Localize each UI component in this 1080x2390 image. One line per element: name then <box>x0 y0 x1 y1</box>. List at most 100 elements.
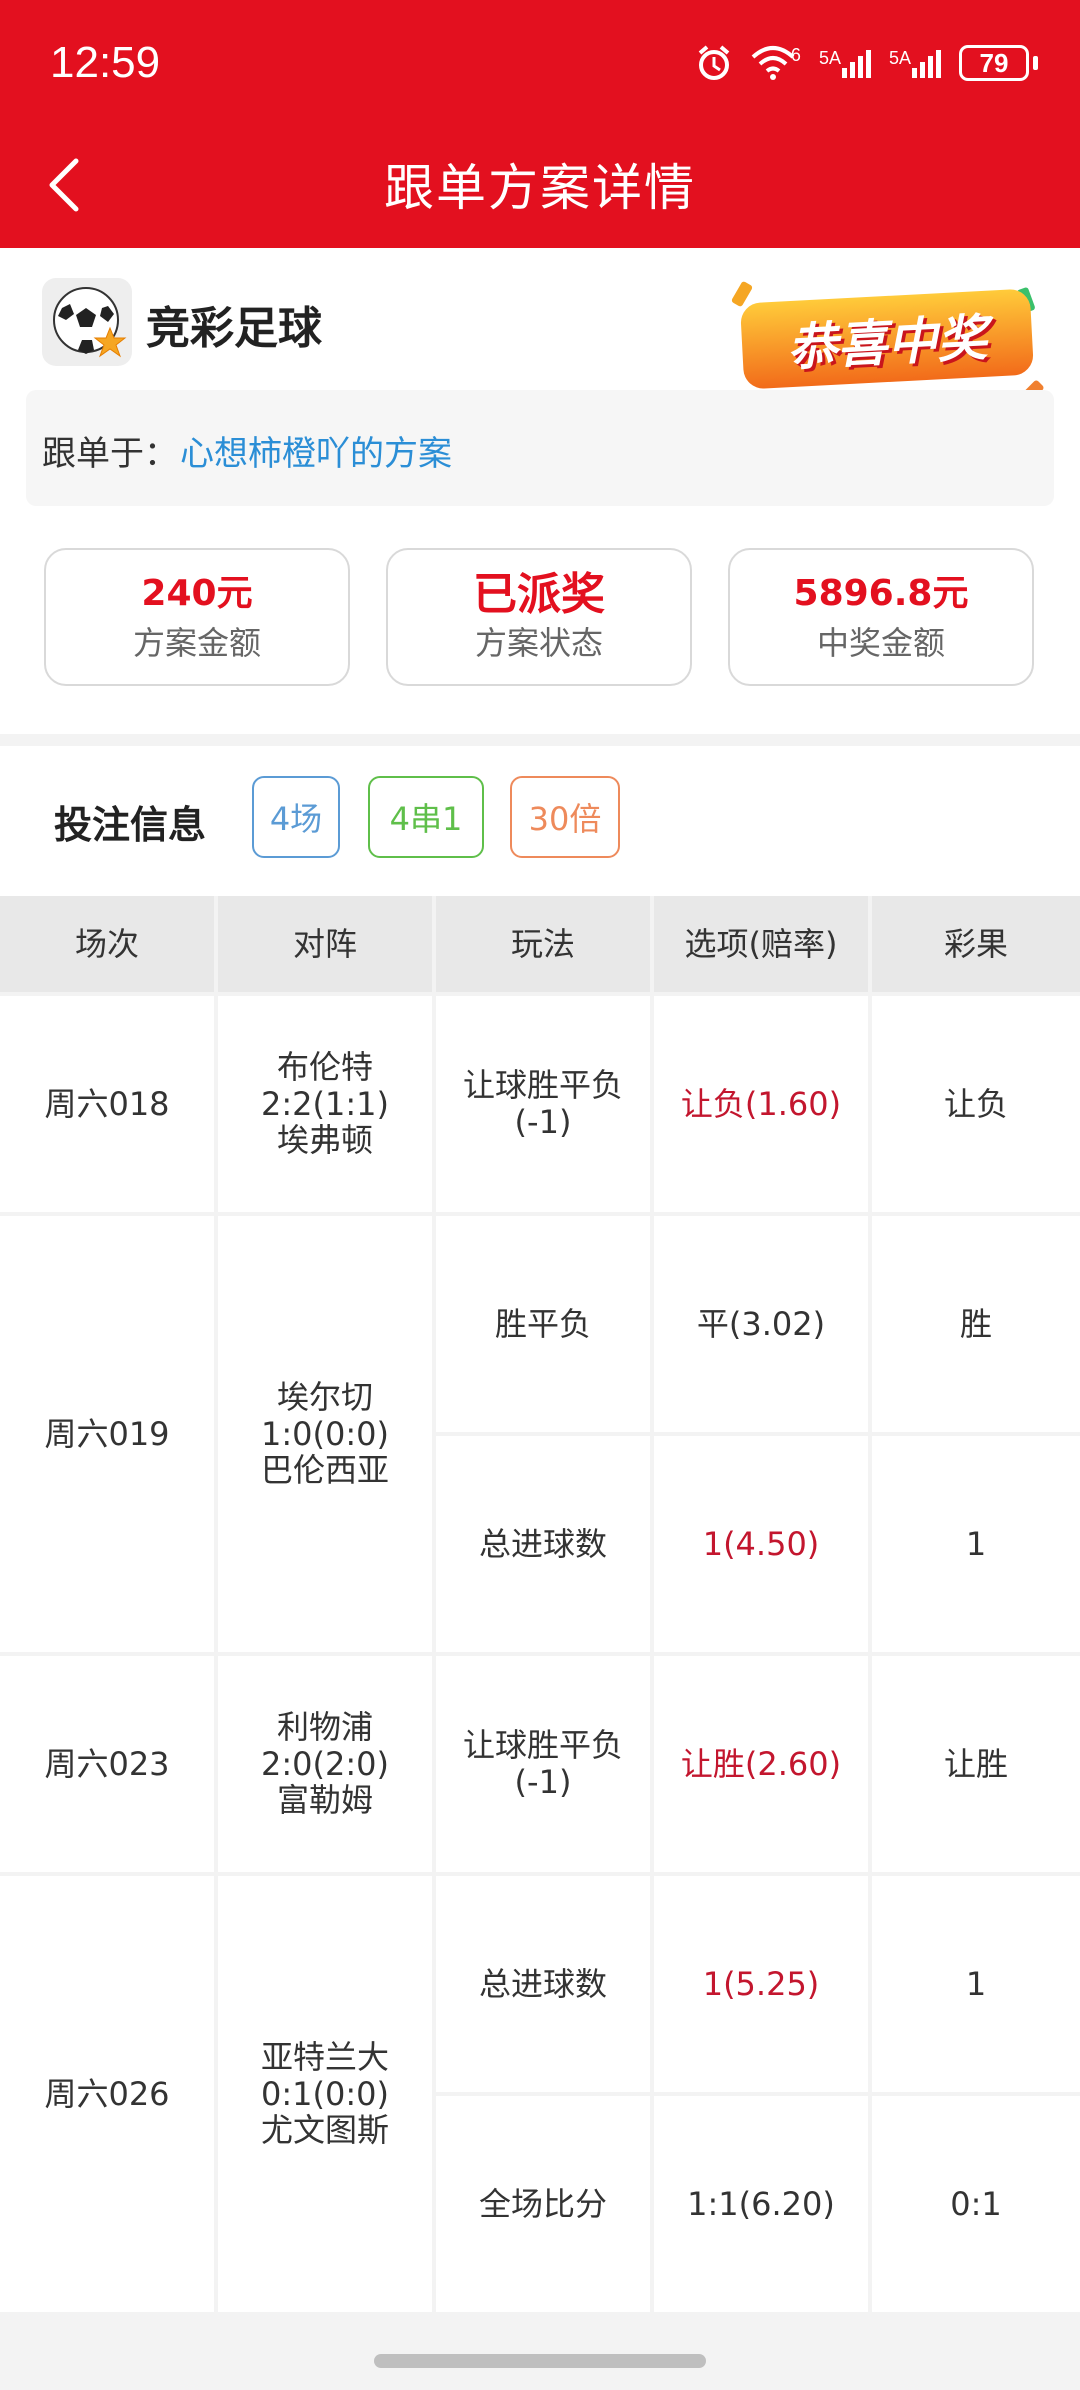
plan-amount-label: 方案金额 <box>132 624 261 662</box>
signal-2-label: 5A <box>888 48 911 68</box>
play-type: 总进球数 <box>478 1964 607 2003</box>
bet-result: 1 <box>965 1524 987 1563</box>
match-teams: 布伦特 2:2(1:1) 埃弗顿 <box>261 1047 389 1160</box>
signal-1-icon: 5A <box>819 48 871 78</box>
lottery-name: 竞彩足球 <box>146 303 322 354</box>
away-team: 尤文图斯 <box>260 2111 389 2150</box>
play-type: 让球胜平负 (-1) <box>463 1727 623 1801</box>
app-header: 12:59 6 5A 5A 79 跟单方案详情 <box>0 0 1080 248</box>
match-teams-cell: 亚特兰大 0:1(0:0) 尤文图斯 <box>218 1876 432 2312</box>
table-header-label: 场次 <box>74 924 139 963</box>
follow-plan-link[interactable]: 心想柿橙吖的方案 <box>180 426 452 475</box>
bet-result: 0:1 <box>950 2184 1002 2223</box>
match-session: 周六019 <box>44 1414 170 1453</box>
plan-status-label: 方案状态 <box>474 624 603 662</box>
play-type: 让球胜平负 (-1) <box>463 1067 623 1141</box>
bet-option: 1(4.50) <box>702 1524 820 1563</box>
tag-combination: 4串1 <box>368 776 484 858</box>
table-header-label: 对阵 <box>292 924 357 963</box>
table-header-label: 玩法 <box>510 924 575 963</box>
table-header-cell: 场次 <box>0 896 214 992</box>
play-type: 胜平负 <box>494 1304 591 1343</box>
match-session: 周六018 <box>44 1084 170 1123</box>
play-type-name: 总进球数 <box>478 1964 607 2003</box>
bet-result: 1 <box>965 1964 987 2003</box>
battery-tip <box>1033 56 1038 70</box>
match-teams-cell: 利物浦 2:0(2:0) 富勒姆 <box>218 1656 432 1872</box>
match-score: 1:0(0:0) <box>261 1414 389 1453</box>
play-type: 总进球数 <box>479 1525 607 1563</box>
plan-status-value: 已派奖 <box>473 569 605 620</box>
play-type-handicap: (-1) <box>514 1103 572 1141</box>
play-type-name: 让球胜平负 <box>462 1066 623 1105</box>
play-type-name: 让球胜平负 <box>462 1726 623 1765</box>
option-cell: 1(4.50) <box>654 1436 868 1652</box>
follow-label: 跟单于： <box>42 434 178 474</box>
bet-result: 让负 <box>943 1084 1008 1123</box>
play-type-cell: 胜平负 <box>436 1216 650 1432</box>
stat-plan-amount: 240元 方案金额 <box>44 548 350 686</box>
match-session-cell: 周六018 <box>0 996 214 1212</box>
match-session-cell: 周六023 <box>0 1656 214 1872</box>
battery-icon: 79 <box>959 45 1029 81</box>
match-session-cell: 周六019 <box>0 1216 214 1652</box>
home-team: 埃尔切 <box>276 1377 373 1416</box>
bet-option: 1:1(6.20) <box>687 2184 835 2223</box>
play-type-name: 全场比分 <box>478 2184 607 2223</box>
play-type: 全场比分 <box>478 2184 607 2223</box>
match-score: 0:1(0:0) <box>261 2074 389 2113</box>
option-cell: 1(5.25) <box>654 1876 868 2092</box>
option-cell: 让胜(2.60) <box>654 1656 868 1872</box>
play-type-cell: 总进球数 <box>436 1876 650 2092</box>
bet-result: 让胜 <box>943 1744 1008 1783</box>
wifi-label: 6 <box>790 45 801 65</box>
option-cell: 1:1(6.20) <box>654 2096 868 2312</box>
tag-matches: 4场 <box>252 776 340 858</box>
match-teams: 利物浦 2:0(2:0) 富勒姆 <box>261 1708 389 1820</box>
table-header-cell: 玩法 <box>436 896 650 992</box>
result-cell: 1 <box>872 1876 1080 2092</box>
away-team: 埃弗顿 <box>276 1121 373 1160</box>
away-team: 富勒姆 <box>276 1781 373 1820</box>
result-cell: 让负 <box>872 996 1080 1212</box>
bet-option: 1(5.25) <box>702 1964 820 2003</box>
match-teams-cell: 埃尔切 1:0(0:0) 巴伦西亚 <box>218 1216 432 1652</box>
play-type-cell: 总进球数 <box>436 1436 650 1652</box>
signal-1-label: 5A <box>818 48 841 68</box>
option-cell: 平(3.02) <box>654 1216 868 1432</box>
play-type-cell: 全场比分 <box>436 2096 650 2312</box>
match-teams-cell: 布伦特 2:2(1:1) 埃弗顿 <box>218 996 432 1212</box>
win-badge: 恭喜中奖 <box>739 288 1035 390</box>
bet-info-title: 投注信息 <box>54 803 207 847</box>
home-indicator[interactable] <box>374 2354 706 2368</box>
bet-option: 让负(1.60) <box>680 1084 842 1123</box>
status-icons: 6 5A 5A 79 <box>695 44 1038 82</box>
stat-prize-amount: 5896.8元 中奖金额 <box>728 548 1034 686</box>
match-session-cell: 周六026 <box>0 1876 214 2312</box>
away-team: 巴伦西亚 <box>260 1451 389 1490</box>
play-type-name: 胜平负 <box>494 1304 591 1343</box>
home-team: 布伦特 <box>276 1047 373 1086</box>
alarm-icon <box>698 45 730 80</box>
match-teams: 亚特兰大 0:1(0:0) 尤文图斯 <box>260 2038 389 2150</box>
signal-2-icon: 5A <box>889 48 941 78</box>
bet-option: 让胜(2.60) <box>680 1744 842 1783</box>
option-cell: 让负(1.60) <box>654 996 868 1212</box>
page-title: 跟单方案详情 <box>384 159 696 217</box>
play-type-handicap: (-1) <box>514 1763 572 1801</box>
result-cell: 胜 <box>872 1216 1080 1432</box>
status-time: 12:59 <box>50 38 161 87</box>
match-session: 周六023 <box>44 1744 170 1783</box>
play-type-cell: 让球胜平负 (-1) <box>436 996 650 1212</box>
match-session: 周六026 <box>44 2074 170 2113</box>
wifi-icon: 6 <box>751 45 801 81</box>
plan-amount-value: 240元 <box>141 573 253 614</box>
match-score: 2:0(2:0) <box>261 1744 389 1783</box>
table-header-cell: 彩果 <box>872 896 1080 992</box>
bet-result: 胜 <box>959 1304 992 1343</box>
match-teams: 埃尔切 1:0(0:0) 巴伦西亚 <box>260 1377 389 1490</box>
follow-box: 跟单于： 心想柿橙吖的方案 <box>26 390 1054 506</box>
result-cell: 1 <box>872 1436 1080 1652</box>
match-score: 2:2(1:1) <box>261 1084 389 1123</box>
soccer-ball-star-icon <box>42 278 132 366</box>
